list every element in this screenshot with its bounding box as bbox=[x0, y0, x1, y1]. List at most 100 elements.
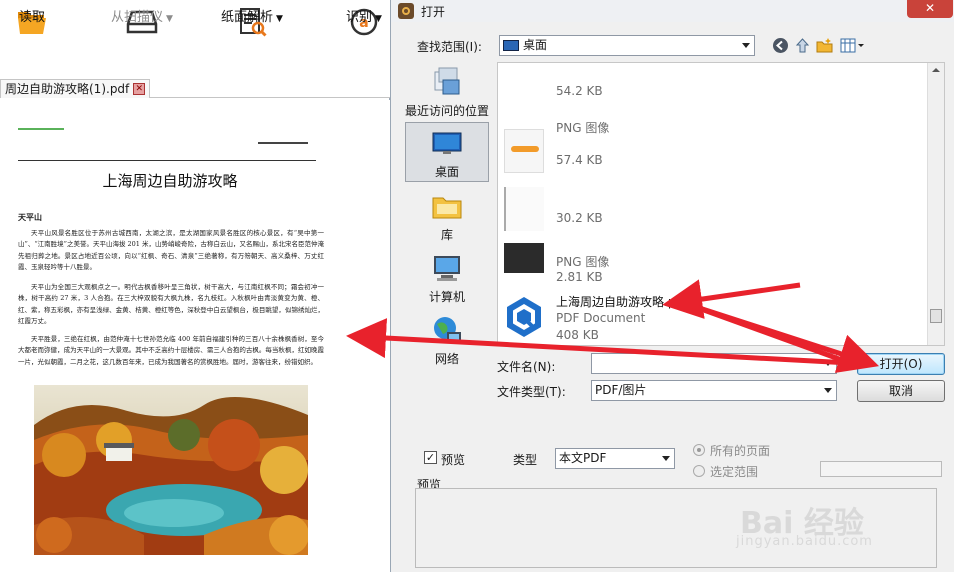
file-list: 54.2 KB PNG 图像 57.4 KB 30.2 KB PNG 图像 2.… bbox=[497, 62, 945, 346]
page-range-input[interactable] bbox=[820, 461, 942, 477]
document-tab[interactable]: 周边自助游攻略(1).pdf ✕ bbox=[0, 79, 151, 98]
cancel-button-label: 取消 bbox=[888, 384, 913, 398]
document-tab-label: 周边自助游攻略(1).pdf bbox=[5, 82, 130, 96]
recent-places-icon bbox=[431, 66, 463, 98]
paper-parse-button[interactable]: 纸面解析 ▼ bbox=[214, 6, 290, 68]
file-size: 57.4 KB bbox=[556, 153, 603, 167]
network-globe-icon bbox=[431, 314, 463, 346]
document-title: 上海周边自助游攻略 bbox=[102, 172, 238, 190]
look-in-label: 查找范围(I): bbox=[417, 40, 482, 54]
pdf-reader-app: 读取 从扫描仪 ▼ 纸面解析 ▼ a 识别 ▼ 周边自助游攻略(1).pdf ✕… bbox=[0, 0, 390, 572]
list-item[interactable]: PNG 图像 57.4 KB bbox=[498, 121, 928, 181]
filename-input[interactable] bbox=[591, 353, 837, 374]
file-name: 上海周边自助游攻略.pdf bbox=[556, 295, 688, 309]
paragraph-3: 天平胜景，三绝在红枫，由范仲淹十七世孙范允临 400 年前自福建引种的三百八十余… bbox=[18, 335, 324, 366]
file-size: 54.2 KB bbox=[556, 84, 603, 98]
file-list-scrollbar[interactable] bbox=[927, 63, 944, 345]
preview-checkbox[interactable]: ✓ bbox=[424, 451, 437, 464]
place-recent[interactable]: 最近访问的位置 bbox=[405, 62, 489, 122]
place-computer[interactable]: 计算机 bbox=[405, 248, 489, 308]
computer-icon bbox=[431, 252, 463, 284]
new-folder-button[interactable] bbox=[816, 37, 833, 54]
file-thumbnail bbox=[504, 187, 544, 231]
close-tab-icon[interactable]: ✕ bbox=[133, 83, 146, 95]
all-pages-label: 所有的页面 bbox=[710, 444, 771, 458]
file-size: 408 KB bbox=[556, 328, 599, 342]
scroll-up-icon[interactable] bbox=[932, 68, 940, 72]
selection-radio[interactable] bbox=[693, 465, 705, 477]
scanner-label: 从扫描仪 bbox=[111, 10, 164, 25]
file-size: 2.81 KB bbox=[556, 270, 603, 284]
autumn-lake-photo bbox=[34, 385, 308, 555]
chevron-down-icon: ▼ bbox=[276, 14, 283, 24]
filename-label: 文件名(N): bbox=[497, 360, 556, 374]
scanner-button[interactable]: 从扫描仪 ▼ bbox=[104, 6, 180, 68]
place-label: 库 bbox=[440, 228, 453, 242]
header-logo-fragment bbox=[18, 128, 64, 136]
app-logo-icon bbox=[398, 3, 414, 19]
up-folder-button[interactable] bbox=[794, 37, 811, 54]
open-file-dialog: 打开 ✕ 查找范围(I): 桌面 最近访问的位置 桌面 库 计算机 网络 54.… bbox=[390, 0, 954, 572]
view-menu-button[interactable] bbox=[840, 37, 866, 54]
file-type: PNG 图像 bbox=[556, 255, 610, 269]
type-value: 本文PDF bbox=[559, 451, 607, 465]
file-type: PDF Document bbox=[556, 311, 646, 325]
look-in-combo[interactable]: 桌面 bbox=[499, 35, 755, 56]
place-libraries[interactable]: 库 bbox=[405, 186, 489, 246]
open-button-label: 打开(O) bbox=[879, 357, 923, 371]
place-desktop[interactable]: 桌面 bbox=[405, 122, 489, 182]
place-label: 计算机 bbox=[428, 290, 465, 304]
main-toolbar: 读取 从扫描仪 ▼ 纸面解析 ▼ a 识别 ▼ bbox=[0, 0, 390, 78]
list-item[interactable]: 30.2 KB bbox=[498, 181, 928, 239]
chevron-down-icon: ▼ bbox=[375, 14, 382, 24]
paragraph-2: 天平山为全国三大观枫点之一。明代古枫香移叶呈三角状，树干高大，与江南红枫不同；霜… bbox=[18, 283, 324, 326]
file-thumbnail bbox=[504, 129, 544, 173]
look-in-value: 桌面 bbox=[523, 38, 548, 52]
preview-checkbox-label: 预览 bbox=[441, 453, 466, 467]
place-label: 网络 bbox=[434, 352, 459, 366]
file-size: 30.2 KB bbox=[556, 211, 603, 225]
dialog-title: 打开 bbox=[421, 5, 446, 19]
screenshot-root: 读取 从扫描仪 ▼ 纸面解析 ▼ a 识别 ▼ 周边自助游攻略(1).pdf ✕… bbox=[0, 0, 954, 572]
selection-label: 选定范围 bbox=[710, 465, 759, 479]
all-pages-radio[interactable] bbox=[693, 444, 705, 456]
paragraph-1: 天平山风景名胜区位于苏州古城西南，太湖之滨，是太湖国家风景名胜区的核心景区，有“… bbox=[18, 229, 325, 272]
chevron-down-icon bbox=[662, 456, 670, 461]
dialog-close-button[interactable]: ✕ bbox=[907, 0, 953, 18]
library-icon bbox=[431, 190, 463, 222]
header-rule bbox=[18, 160, 316, 161]
file-thumbnail bbox=[504, 243, 544, 273]
filetype-label: 文件类型(T): bbox=[497, 385, 566, 399]
list-item-selected-pdf[interactable]: 上海周边自助游攻略.pdf PDF Document 408 KB bbox=[498, 289, 928, 345]
close-icon: ✕ bbox=[924, 1, 936, 15]
filetype-select[interactable]: PDF/图片 bbox=[591, 380, 837, 401]
desktop-icon bbox=[431, 127, 463, 159]
file-type: PNG 图像 bbox=[556, 121, 610, 135]
chevron-down-icon: ▼ bbox=[166, 14, 173, 24]
chevron-down-icon bbox=[824, 361, 832, 366]
read-label: 读取 bbox=[18, 10, 45, 25]
back-button[interactable] bbox=[772, 37, 789, 54]
places-bar: 最近访问的位置 桌面 库 计算机 网络 bbox=[401, 60, 491, 370]
recognize-label: 识别 bbox=[346, 10, 373, 25]
place-network[interactable]: 网络 bbox=[405, 310, 489, 370]
recognize-button[interactable]: a 识别 ▼ bbox=[340, 6, 388, 68]
chevron-down-icon bbox=[824, 388, 832, 393]
section-heading: 天平山 bbox=[18, 212, 42, 222]
document-page: 上海周边自助游攻略 天平山 天平山风景名胜区位于苏州古城西南，太湖之滨，是太湖国… bbox=[0, 100, 390, 572]
cancel-button[interactable]: 取消 bbox=[857, 380, 945, 402]
place-label: 桌面 bbox=[434, 165, 459, 179]
type-select[interactable]: 本文PDF bbox=[555, 448, 675, 469]
place-label: 最近访问的位置 bbox=[405, 104, 490, 118]
baidu-watermark-url: jingyan.baidu.com bbox=[736, 534, 873, 549]
desktop-icon bbox=[503, 40, 519, 51]
read-button[interactable]: 读取 bbox=[12, 6, 52, 68]
scrollbar-thumb[interactable] bbox=[930, 309, 942, 323]
list-item[interactable]: 54.2 KB bbox=[498, 63, 928, 103]
header-text-fragment bbox=[258, 142, 308, 148]
open-button[interactable]: 打开(O) bbox=[857, 353, 945, 375]
document-tab-bar: 周边自助游攻略(1).pdf ✕ bbox=[0, 78, 390, 98]
paper-parse-label: 纸面解析 bbox=[221, 10, 274, 25]
file-thumbnail bbox=[504, 63, 544, 95]
chevron-down-icon bbox=[742, 43, 750, 48]
